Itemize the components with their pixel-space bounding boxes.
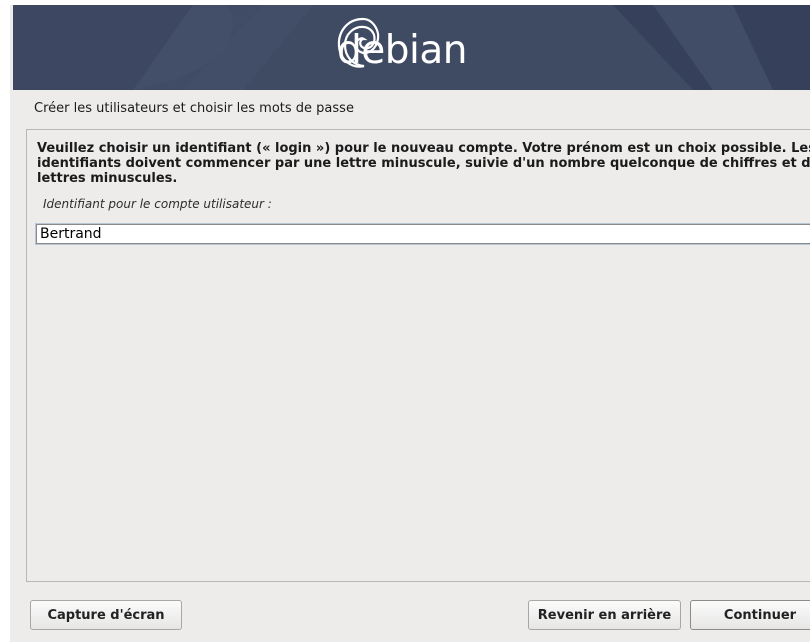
content-panel: Veuillez choisir un identifiant (« login… (26, 129, 810, 582)
debian-logo: debian (333, 13, 467, 83)
continue-button[interactable]: Continuer (690, 600, 810, 630)
username-input[interactable]: Bertrand (35, 223, 810, 245)
debian-banner: debian (13, 5, 810, 90)
username-field-label: Identifiant pour le compte utilisateur : (43, 197, 272, 211)
installer-window: debian Créer les utilisateurs et choisir… (10, 5, 810, 642)
instructions-text: Veuillez choisir un identifiant (« login… (37, 141, 810, 186)
back-button[interactable]: Revenir en arrière (528, 600, 681, 630)
screenshot-button[interactable]: Capture d'écran (30, 600, 182, 630)
step-title: Créer les utilisateurs et choisir les mo… (34, 101, 354, 116)
